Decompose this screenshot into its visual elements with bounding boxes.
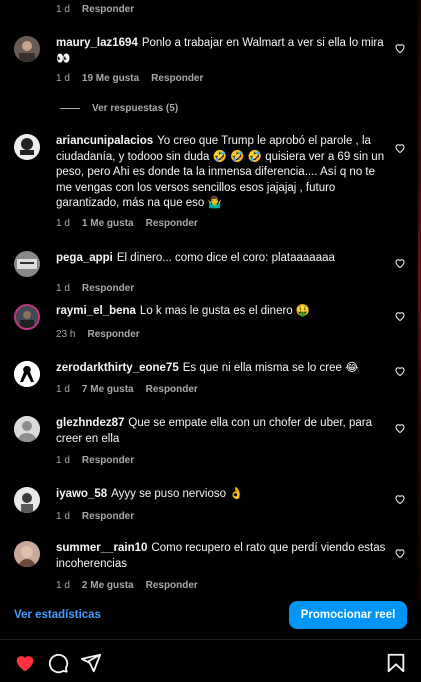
comment-time: 1 d — [56, 455, 70, 466]
comment-meta: 23 h Responder — [56, 329, 140, 340]
comment-username[interactable]: ariancunipalacios — [56, 135, 153, 147]
comment-username[interactable]: summer__rain10 — [56, 542, 147, 554]
avatar[interactable] — [14, 304, 40, 330]
avatar[interactable] — [14, 36, 40, 62]
comment-username[interactable]: glezhndez87 — [56, 417, 124, 429]
footer-bar: Ver estadísticas Promocionar reel — [0, 592, 421, 638]
comment-time: 1 d — [56, 283, 70, 294]
comment-time: 23 h — [56, 329, 76, 340]
divider — [0, 639, 421, 640]
heart-icon[interactable] — [394, 422, 406, 434]
like-count[interactable]: 7 Me gusta — [82, 384, 134, 395]
avatar[interactable] — [14, 361, 40, 387]
heart-icon[interactable] — [394, 547, 406, 559]
comment-time: 1 d — [56, 511, 70, 522]
heart-icon[interactable] — [394, 142, 406, 154]
reply-button[interactable]: Responder — [146, 384, 198, 395]
comment-time: 1 d — [56, 218, 70, 229]
previous-comment-meta: 1 d Responder — [56, 4, 134, 15]
comment-text: iyawo_58 Ayyy se puso nervioso 👌 — [56, 487, 386, 503]
comment-time: 1 d — [56, 4, 70, 15]
heart-icon[interactable] — [394, 42, 406, 54]
comment-icon[interactable] — [47, 652, 69, 674]
comment-meta: 1 d Responder — [56, 455, 134, 466]
comments-panel: 1 d Responder maury_laz1694 Ponlo a traba… — [0, 0, 421, 682]
heart-icon[interactable] — [394, 257, 406, 269]
comment-body: Es que ni ella misma se lo cree 😂 — [182, 362, 359, 374]
comment-text: pega_appi El dinero... como dice el coro:… — [56, 251, 386, 267]
reply-button[interactable]: Responder — [151, 73, 203, 84]
avatar[interactable] — [14, 134, 40, 160]
comment-meta: 1 d 1 Me gusta Responder — [56, 218, 198, 229]
heart-icon[interactable] — [394, 493, 406, 505]
like-count[interactable]: 2 Me gusta — [82, 580, 134, 591]
bookmark-icon[interactable] — [385, 652, 407, 674]
comment-text: ariancunipalacios Yo creo que Trump le ap… — [56, 134, 386, 212]
action-bar — [0, 648, 421, 678]
view-replies-label: Ver respuestas (5) — [92, 103, 179, 114]
comment-time: 1 d — [56, 580, 70, 591]
avatar[interactable] — [14, 541, 40, 567]
comment-meta: 1 d Responder — [56, 511, 134, 522]
reply-button[interactable]: Responder — [82, 511, 134, 522]
reply-button[interactable]: Responder — [82, 4, 134, 15]
reply-button[interactable]: Responder — [146, 218, 198, 229]
heart-filled-icon[interactable] — [14, 652, 36, 674]
reply-button[interactable]: Responder — [82, 455, 134, 466]
reply-button[interactable]: Responder — [82, 283, 134, 294]
comment-meta: 1 d 7 Me gusta Responder — [56, 384, 198, 395]
comment-body: El dinero... como dice el coro: plataaaa… — [116, 252, 335, 264]
view-replies-button[interactable]: Ver respuestas (5) — [60, 103, 178, 114]
like-count[interactable]: 1 Me gusta — [82, 218, 134, 229]
reply-button[interactable]: Responder — [87, 329, 139, 340]
comment-username[interactable]: zerodarkthirty_eone75 — [56, 362, 179, 374]
comment-text: summer__rain10 Como recupero el rato que … — [56, 541, 386, 572]
like-count[interactable]: 19 Me gusta — [82, 73, 139, 84]
comment-body: Lo k mas le gusta es el dinero 🤑 — [139, 305, 311, 317]
comment-time: 1 d — [56, 73, 70, 84]
comment-username[interactable]: raymi_el_bena — [56, 305, 136, 317]
comment-text: zerodarkthirty_eone75 Es que ni ella mism… — [56, 361, 386, 377]
comment-time: 1 d — [56, 384, 70, 395]
heart-icon[interactable] — [394, 365, 406, 377]
comment-meta: 1 d 2 Me gusta Responder — [56, 580, 198, 591]
comment-username[interactable]: pega_appi — [56, 252, 113, 264]
comment-text: glezhndez87 Que se empate ella con un cho… — [56, 416, 386, 447]
view-insights-link[interactable]: Ver estadísticas — [14, 609, 101, 621]
reply-button[interactable]: Responder — [146, 580, 198, 591]
comment-text: maury_laz1694 Ponlo a trabajar en Walmart… — [56, 36, 386, 67]
avatar[interactable] — [14, 416, 40, 442]
comment-meta: 1 d Responder — [56, 283, 134, 294]
comment-body: Ayyy se puso nervioso 👌 — [111, 488, 244, 500]
heart-icon[interactable] — [394, 310, 406, 322]
comment-username[interactable]: maury_laz1694 — [56, 37, 138, 49]
replies-line — [60, 108, 80, 109]
comment-meta: 1 d 19 Me gusta Responder — [56, 73, 203, 84]
comment-username[interactable]: iyawo_58 — [56, 488, 107, 500]
comment-text: raymi_el_bena Lo k mas le gusta es el din… — [56, 304, 386, 320]
avatar[interactable] — [14, 251, 40, 277]
share-icon[interactable] — [80, 652, 102, 674]
avatar[interactable] — [14, 487, 40, 513]
promote-reel-button[interactable]: Promocionar reel — [289, 601, 407, 629]
